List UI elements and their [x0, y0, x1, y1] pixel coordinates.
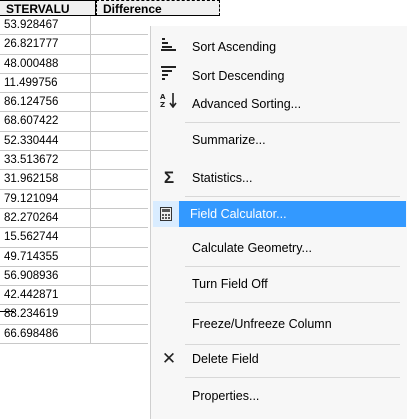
column-header-difference[interactable]: Difference: [96, 0, 220, 16]
menu-item-statistics[interactable]: Σ Statistics...: [155, 165, 407, 191]
menu-item-freeze-unfreeze-column[interactable]: Freeze/Unfreeze Column: [155, 311, 407, 337]
cell-value: 86.124756: [0, 93, 91, 112]
table-row[interactable]: 33.513672: [0, 151, 148, 171]
svg-text:Z: Z: [160, 101, 165, 108]
table-row[interactable]: 53.928467: [0, 16, 148, 36]
table-row[interactable]: 42.442871: [0, 286, 148, 306]
cell-value: 68.607422: [0, 112, 91, 131]
attribute-table: STERVALU Difference 53.928467 26.821777 …: [0, 0, 220, 419]
sort-descending-icon: [157, 63, 181, 89]
menu-item-advanced-sorting[interactable]: AZ Advanced Sorting...: [155, 91, 407, 117]
cell-value: 33.513672: [0, 151, 91, 170]
table-row[interactable]: 56.908936: [0, 266, 148, 287]
calculator-icon: [153, 201, 179, 227]
menu-separator: [185, 344, 400, 345]
menu-item-label: Sort Descending: [192, 69, 285, 83]
menu-item-properties[interactable]: Properties...: [155, 383, 407, 409]
menu-item-sort-descending[interactable]: Sort Descending: [155, 63, 407, 89]
menu-item-delete-field[interactable]: ✕ Delete Field: [155, 346, 407, 372]
cell-value: 56.908936: [0, 266, 91, 286]
cell-value: 88.234619: [0, 305, 91, 324]
table-row[interactable]: 66.698486: [0, 324, 148, 345]
delete-x-icon: ✕: [161, 349, 177, 368]
table-row[interactable]: 26.821777: [0, 35, 148, 55]
table-row[interactable]: 82.270264: [0, 208, 148, 229]
menu-item-label: Delete Field: [192, 352, 259, 366]
svg-text:A: A: [160, 93, 166, 101]
table-row[interactable]: 31.962158: [0, 170, 148, 190]
column-header-stervalu[interactable]: STERVALU: [0, 0, 96, 16]
cell-value: 26.821777: [0, 35, 91, 54]
menu-item-label: Freeze/Unfreeze Column: [192, 317, 332, 331]
cell-value: 79.121094: [0, 189, 91, 208]
table-row[interactable]: 86.124756: [0, 93, 148, 113]
cell-value: 82.270264: [0, 208, 91, 228]
cell-value: 53.928467: [0, 16, 91, 35]
table-row[interactable]: 15.562744: [0, 228, 148, 248]
menu-separator: [185, 122, 400, 123]
menu-item-summarize[interactable]: Summarize...: [155, 127, 407, 153]
context-menu: Sort Ascending Sort Descending AZ Advanc…: [150, 26, 407, 419]
table-row[interactable]: 68.607422: [0, 112, 148, 132]
cell-value: 52.330444: [0, 131, 91, 151]
menu-item-label: Field Calculator...: [190, 207, 287, 221]
divider-line: [0, 311, 14, 312]
table-row[interactable]: 79.121094: [0, 189, 148, 209]
menu-separator: [185, 266, 400, 267]
menu-separator: [185, 377, 400, 378]
cell-value: 49.714355: [0, 247, 91, 266]
cell-value: 15.562744: [0, 228, 91, 247]
menu-separator: [185, 196, 400, 197]
menu-item-field-calculator[interactable]: Field Calculator...: [153, 201, 406, 227]
menu-item-label: Summarize...: [192, 133, 266, 147]
menu-item-label: Advanced Sorting...: [192, 97, 302, 111]
menu-item-sort-ascending[interactable]: Sort Ascending: [155, 34, 407, 60]
table-row[interactable]: 11.499756: [0, 73, 148, 94]
table-rows: 53.928467 26.821777 48.000488 11.499756 …: [0, 16, 148, 345]
sort-ascending-icon: [157, 34, 181, 60]
menu-separator: [185, 302, 400, 303]
menu-item-calculate-geometry[interactable]: Calculate Geometry...: [155, 235, 407, 261]
cell-value: 42.442871: [0, 286, 91, 305]
menu-item-label: Sort Ascending: [192, 40, 277, 54]
cell-value: 48.000488: [0, 54, 91, 73]
table-row[interactable]: 49.714355: [0, 247, 148, 267]
menu-item-label: Statistics...: [192, 171, 253, 185]
menu-item-label: Turn Field Off: [192, 277, 268, 291]
menu-item-turn-field-off[interactable]: Turn Field Off: [155, 271, 407, 297]
table-row[interactable]: 52.330444: [0, 131, 148, 152]
cell-value: 11.499756: [0, 73, 91, 93]
table-row[interactable]: 48.000488: [0, 54, 148, 74]
menu-item-label: Calculate Geometry...: [192, 241, 312, 255]
cell-value: 66.698486: [0, 324, 91, 344]
table-row[interactable]: 88.234619: [0, 305, 148, 325]
menu-item-label: Properties...: [192, 389, 260, 403]
advanced-sorting-icon: AZ: [157, 91, 181, 117]
cell-value: 31.962158: [0, 170, 91, 189]
sigma-icon: Σ: [163, 168, 175, 187]
